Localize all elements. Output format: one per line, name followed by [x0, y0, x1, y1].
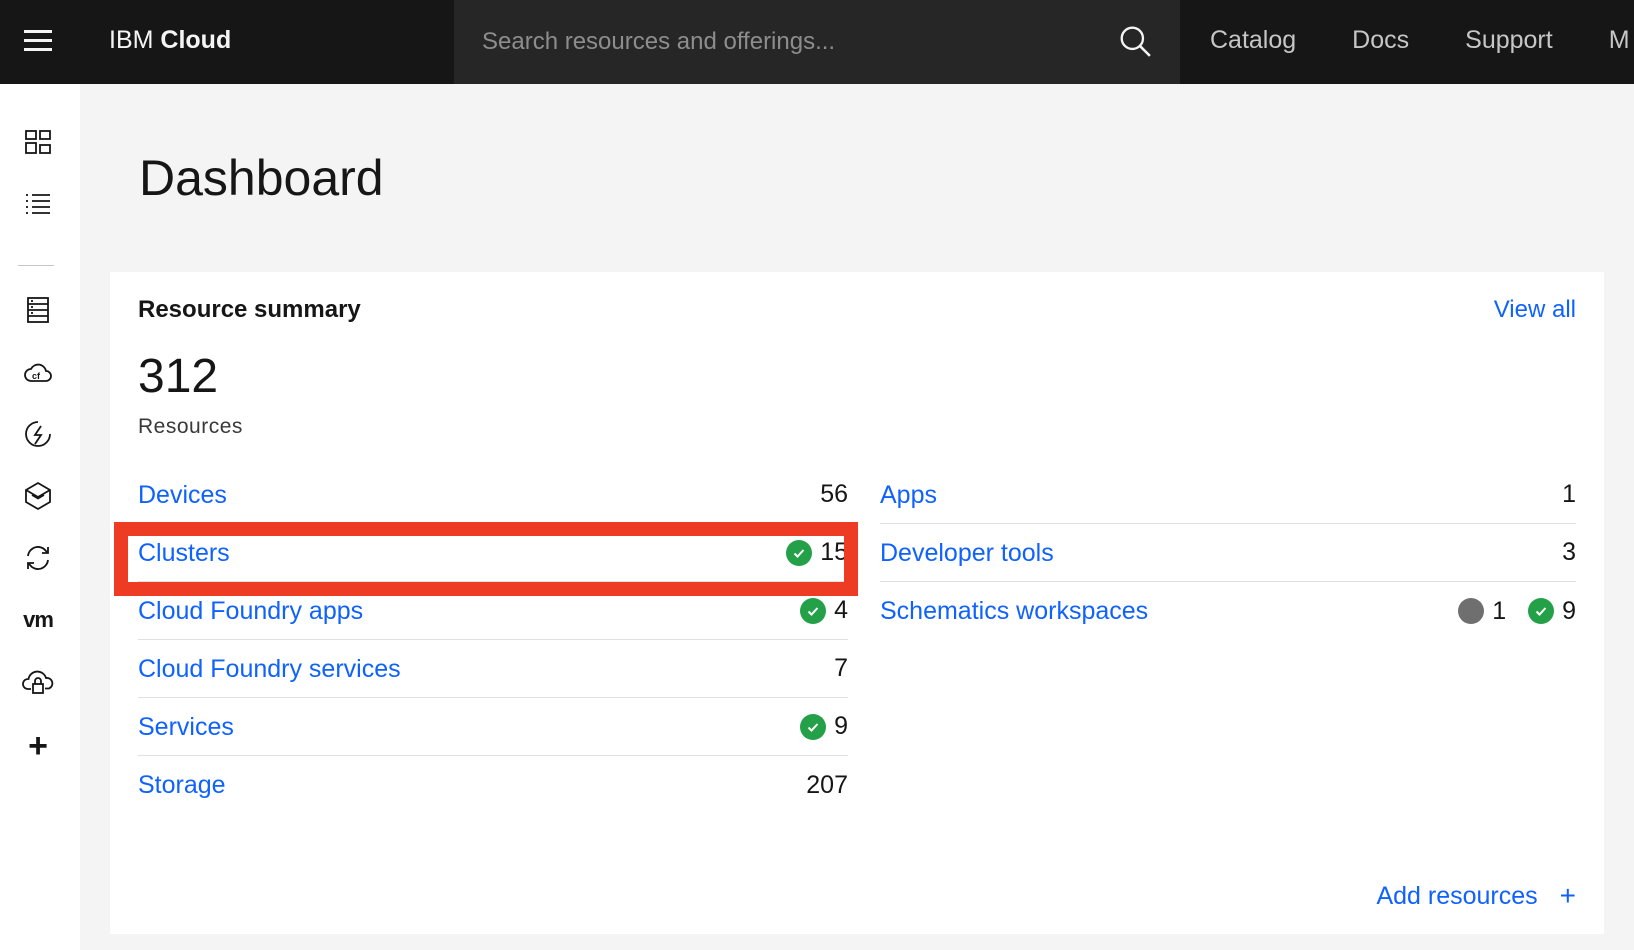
inactive-count: 1: [1492, 596, 1507, 625]
vpc-infrastructure-icon[interactable]: [20, 478, 56, 514]
add-resources-label: Add resources: [1376, 882, 1538, 910]
search-input[interactable]: [482, 22, 1082, 62]
cloud-foundry-apps-link[interactable]: Cloud Foundry apps: [138, 595, 363, 627]
resource-row-schematics: Schematics workspaces 1 9: [880, 582, 1576, 640]
page-title: Dashboard: [139, 150, 384, 206]
schematics-workspaces-link[interactable]: Schematics workspaces: [880, 595, 1148, 627]
resource-count: 3: [1562, 538, 1576, 566]
checkmark-icon: [1528, 598, 1555, 624]
brand-logo[interactable]: IBM Cloud: [109, 22, 231, 58]
resource-count: 207: [806, 770, 848, 799]
top-bar: IBM Cloud Catalog Docs Support M: [0, 0, 1634, 84]
security-cloud-icon[interactable]: [20, 664, 56, 700]
add-resources-button[interactable]: Add resources +: [1376, 880, 1576, 912]
resource-summary-card: Resource summary View all 312 Resources …: [110, 272, 1604, 934]
devices-link[interactable]: Devices: [138, 479, 227, 511]
nav-docs[interactable]: Docs: [1324, 0, 1437, 84]
resource-count: 9: [834, 712, 848, 740]
nav-support[interactable]: Support: [1437, 0, 1581, 84]
nav-manage[interactable]: M: [1581, 0, 1634, 84]
brand-name: Cloud: [160, 26, 232, 54]
add-icon[interactable]: +: [20, 728, 56, 764]
total-resources-label: Resources: [138, 415, 243, 438]
resource-count: 56: [820, 480, 848, 508]
resource-row-apps: Apps 1: [880, 466, 1576, 524]
cloud-foundry-services-link[interactable]: Cloud Foundry services: [138, 653, 401, 685]
apps-link[interactable]: Apps: [880, 479, 937, 511]
resource-row-devices: Devices 56: [138, 466, 848, 524]
functions-icon[interactable]: [20, 416, 56, 452]
dashboard-icon[interactable]: [20, 124, 56, 160]
resource-count: 15: [820, 538, 848, 566]
resource-list-right: Apps 1 Developer tools 3 Schematics work…: [880, 466, 1576, 640]
resource-list-icon[interactable]: [20, 186, 56, 222]
plus-icon: +: [1559, 880, 1576, 911]
resource-row-storage: Storage 207: [138, 756, 848, 814]
vmware-icon[interactable]: vm: [20, 602, 56, 638]
resource-row-clusters: Clusters 15: [138, 524, 848, 582]
inactive-status-icon: [1458, 598, 1485, 624]
total-resources: 312: [138, 350, 219, 403]
checkmark-icon: [800, 713, 827, 740]
resource-count: 4: [834, 596, 848, 624]
top-nav: Catalog Docs Support M: [1180, 0, 1634, 84]
svg-text:cf: cf: [32, 371, 41, 381]
resource-count: 7: [834, 654, 848, 682]
nav-catalog[interactable]: Catalog: [1180, 0, 1324, 84]
resource-row-developer-tools: Developer tools 3: [880, 524, 1576, 582]
checkmark-icon: [800, 597, 827, 624]
cloud-foundry-icon[interactable]: cf: [20, 354, 56, 390]
resource-row-cf-apps: Cloud Foundry apps 4: [138, 582, 848, 640]
resource-count: 9: [1562, 596, 1576, 625]
developer-tools-link[interactable]: Developer tools: [880, 537, 1054, 569]
resource-row-services: Services 9: [138, 698, 848, 756]
brand-prefix: IBM: [109, 26, 154, 54]
clusters-link[interactable]: Clusters: [138, 537, 230, 569]
sidebar-divider: [18, 265, 54, 266]
card-title: Resource summary: [138, 296, 361, 323]
view-all-link[interactable]: View all: [1494, 294, 1576, 326]
services-link[interactable]: Services: [138, 711, 234, 743]
resource-list-left: Devices 56 Clusters 15 Cloud Foundry app…: [138, 466, 848, 814]
checkmark-icon: [786, 539, 813, 566]
sync-icon[interactable]: [20, 540, 56, 576]
resource-count: 1: [1562, 480, 1576, 508]
menu-icon[interactable]: [22, 26, 54, 56]
sidebar: cf vm +: [0, 84, 80, 950]
classic-infrastructure-icon[interactable]: [20, 292, 56, 328]
search-icon[interactable]: [1118, 24, 1152, 58]
search-bar: [454, 0, 1180, 84]
resource-row-cf-services: Cloud Foundry services 7: [138, 640, 848, 698]
storage-link[interactable]: Storage: [138, 769, 226, 801]
